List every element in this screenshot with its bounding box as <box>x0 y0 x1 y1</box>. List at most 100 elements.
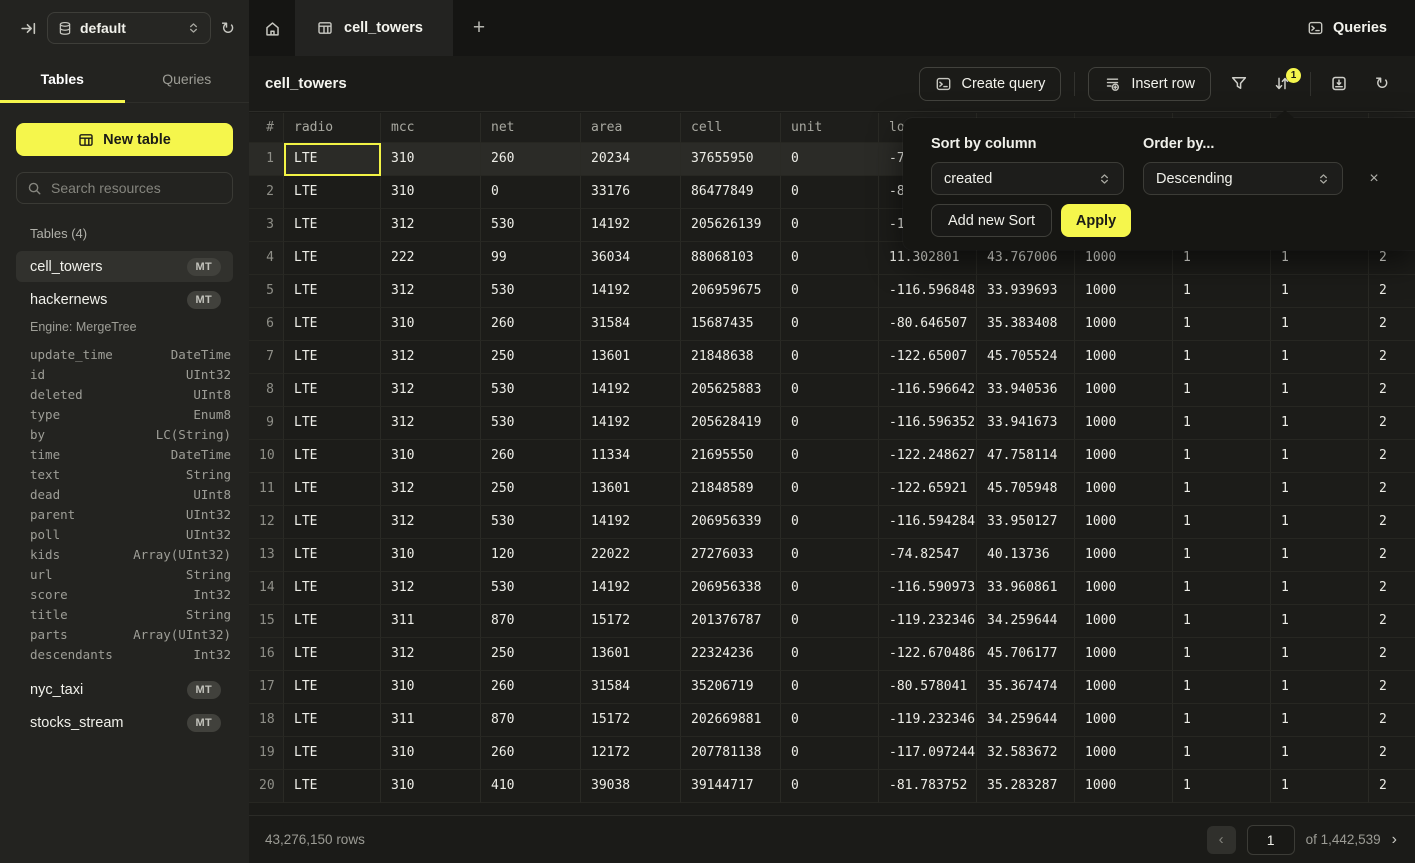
table-cell[interactable]: 205625883 <box>681 374 781 407</box>
table-cell[interactable]: 86477849 <box>681 176 781 209</box>
table-cell[interactable]: 1000 <box>1075 374 1173 407</box>
sidebar-table-nyc_taxi[interactable]: nyc_taxiMT <box>16 674 233 705</box>
table-cell[interactable]: 1 <box>1271 770 1369 803</box>
table-cell[interactable]: 33.960861 <box>977 572 1075 605</box>
table-cell[interactable]: 14192 <box>581 275 681 308</box>
table-cell[interactable]: -122.65007 <box>879 341 977 374</box>
table-cell[interactable]: -81.783752 <box>879 770 977 803</box>
table-cell[interactable]: 1 <box>1271 275 1369 308</box>
table-cell[interactable]: 39038 <box>581 770 681 803</box>
table-cell[interactable]: -122.65921 <box>879 473 977 506</box>
table-cell[interactable]: LTE <box>284 704 381 737</box>
table-cell[interactable]: 2 <box>1369 638 1415 671</box>
table-cell[interactable]: 312 <box>381 473 481 506</box>
table-cell[interactable]: LTE <box>284 143 381 176</box>
table-cell[interactable]: 0 <box>781 638 879 671</box>
table-cell[interactable]: 311 <box>381 605 481 638</box>
table-cell[interactable]: -116.596352 <box>879 407 977 440</box>
table-cell[interactable]: 2 <box>1369 737 1415 770</box>
table-cell[interactable]: 0 <box>781 770 879 803</box>
table-cell[interactable]: LTE <box>284 341 381 374</box>
table-cell[interactable]: 35.367474 <box>977 671 1075 704</box>
table-cell[interactable]: 0 <box>781 176 879 209</box>
table-cell[interactable]: 1 <box>1271 407 1369 440</box>
filter-button[interactable] <box>1224 67 1254 101</box>
table-cell[interactable]: 45.705948 <box>977 473 1075 506</box>
table-cell[interactable]: 1 <box>1271 440 1369 473</box>
table-cell[interactable]: LTE <box>284 308 381 341</box>
column-header-radio[interactable]: radio <box>284 113 381 143</box>
table-cell[interactable]: 1 <box>1271 704 1369 737</box>
table-cell[interactable]: 312 <box>381 341 481 374</box>
sidebar-table-cell_towers[interactable]: cell_towersMT <box>16 251 233 282</box>
table-cell[interactable]: 1000 <box>1075 440 1173 473</box>
table-cell[interactable]: -122.248627 <box>879 440 977 473</box>
table-cell[interactable]: 45.705524 <box>977 341 1075 374</box>
search-input[interactable] <box>51 180 222 196</box>
table-cell[interactable]: 15172 <box>581 605 681 638</box>
table-cell[interactable]: 2 <box>1369 572 1415 605</box>
table-cell[interactable]: 1 <box>1173 506 1271 539</box>
table-cell[interactable]: 21848589 <box>681 473 781 506</box>
table-cell[interactable]: 260 <box>481 143 581 176</box>
table-cell[interactable]: 2 <box>1369 374 1415 407</box>
table-cell[interactable]: 1 <box>1173 341 1271 374</box>
table-cell[interactable]: 1000 <box>1075 704 1173 737</box>
table-cell[interactable]: 1 <box>1271 539 1369 572</box>
table-cell[interactable]: 47.758114 <box>977 440 1075 473</box>
table-cell[interactable]: 0 <box>781 704 879 737</box>
table-cell[interactable]: 0 <box>781 506 879 539</box>
tab-cell-towers[interactable]: cell_towers <box>295 0 453 56</box>
table-cell[interactable]: 222 <box>381 242 481 275</box>
table-cell[interactable]: 1 <box>1271 308 1369 341</box>
table-cell[interactable]: 21848638 <box>681 341 781 374</box>
table-cell[interactable]: 1 <box>1173 374 1271 407</box>
table-cell[interactable]: 310 <box>381 176 481 209</box>
table-cell[interactable]: -117.097244 <box>879 737 977 770</box>
sidebar-table-hackernews[interactable]: hackernewsMT <box>16 284 233 315</box>
table-cell[interactable]: 14192 <box>581 407 681 440</box>
remove-sort-button[interactable]: × <box>1359 162 1389 195</box>
table-cell[interactable]: 21695550 <box>681 440 781 473</box>
table-cell[interactable]: 2 <box>1369 341 1415 374</box>
table-cell[interactable]: 20234 <box>581 143 681 176</box>
table-cell[interactable]: 32.583672 <box>977 737 1075 770</box>
table-cell[interactable]: 2 <box>1369 605 1415 638</box>
table-cell[interactable]: -74.82547 <box>879 539 977 572</box>
table-cell[interactable]: 1000 <box>1075 407 1173 440</box>
table-cell[interactable]: 205626139 <box>681 209 781 242</box>
sidebar-table-stocks_stream[interactable]: stocks_streamMT <box>16 707 233 738</box>
table-cell[interactable]: LTE <box>284 374 381 407</box>
table-cell[interactable]: 312 <box>381 506 481 539</box>
refresh-database-button[interactable]: ↻ <box>221 20 235 37</box>
table-cell[interactable]: 202669881 <box>681 704 781 737</box>
table-cell[interactable]: 22324236 <box>681 638 781 671</box>
sidebar-tab-queries[interactable]: Queries <box>125 56 250 102</box>
table-cell[interactable]: LTE <box>284 473 381 506</box>
table-cell[interactable]: 1 <box>1173 605 1271 638</box>
table-cell[interactable]: 34.259644 <box>977 704 1075 737</box>
table-cell[interactable]: 33.939693 <box>977 275 1075 308</box>
table-cell[interactable]: 1000 <box>1075 638 1173 671</box>
table-cell[interactable]: 1000 <box>1075 341 1173 374</box>
table-cell[interactable]: LTE <box>284 176 381 209</box>
table-cell[interactable]: 13601 <box>581 341 681 374</box>
table-cell[interactable]: LTE <box>284 572 381 605</box>
table-cell[interactable]: 39144717 <box>681 770 781 803</box>
table-cell[interactable]: 12172 <box>581 737 681 770</box>
table-cell[interactable]: 250 <box>481 638 581 671</box>
table-cell[interactable]: 120 <box>481 539 581 572</box>
table-cell[interactable]: 530 <box>481 374 581 407</box>
table-cell[interactable]: 312 <box>381 572 481 605</box>
table-cell[interactable]: 312 <box>381 275 481 308</box>
table-cell[interactable]: 14192 <box>581 572 681 605</box>
table-cell[interactable]: 0 <box>781 737 879 770</box>
table-cell[interactable]: 34.259644 <box>977 605 1075 638</box>
table-cell[interactable]: LTE <box>284 275 381 308</box>
table-cell[interactable]: 201376787 <box>681 605 781 638</box>
table-cell[interactable]: 1 <box>1173 572 1271 605</box>
column-header-mcc[interactable]: mcc <box>381 113 481 143</box>
table-cell[interactable]: 260 <box>481 737 581 770</box>
table-cell[interactable]: LTE <box>284 671 381 704</box>
table-cell[interactable]: LTE <box>284 440 381 473</box>
